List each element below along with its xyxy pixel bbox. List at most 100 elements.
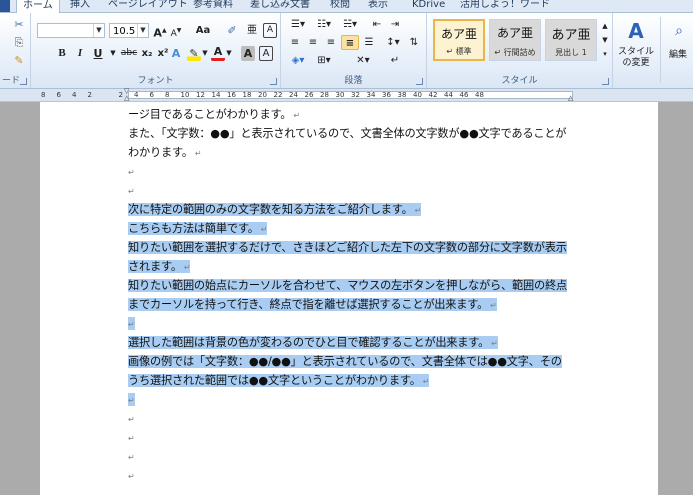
style-no-spacing[interactable]: あア亜 ↵ 行間詰め — [489, 19, 541, 61]
line-text: ↵ — [128, 412, 135, 425]
paragraph-mark-icon: ↵ — [128, 472, 135, 481]
decrease-indent-icon[interactable]: ⇤ — [369, 17, 385, 32]
empty-paragraph[interactable]: ↵ — [128, 429, 135, 446]
style-normal[interactable]: あア亜 ↵ 標準 — [433, 19, 485, 61]
document-line[interactable]: 画像の例では「文字数：●●/●●」と表示されているので、文書全体では●●文字、そ… — [128, 353, 562, 370]
clipboard-group: ✂ ⎘ ✎ ード — [0, 13, 31, 88]
grow-font-button[interactable]: A▲ — [153, 23, 167, 40]
document-page[interactable]: ージ目であることがわかります。 ↵ また、「文字数：●●」と表示されているので、文書… — [40, 102, 658, 495]
copy-icon[interactable]: ⎘ — [12, 35, 26, 50]
empty-paragraph[interactable]: ↵ — [128, 315, 135, 332]
hanging-indent-marker[interactable]: △ — [124, 95, 132, 102]
tab-review[interactable]: 校閲 — [330, 0, 350, 12]
text-effects-icon[interactable]: A — [169, 46, 183, 61]
cut-icon[interactable]: ✂ — [12, 17, 26, 32]
line-text: されます。 ↵ — [128, 260, 191, 273]
clipboard-launcher-icon[interactable] — [20, 78, 27, 85]
document-line[interactable]: わかります。 ↵ — [128, 144, 202, 161]
highlight-color-icon[interactable]: ✎ — [187, 46, 201, 61]
tab-references[interactable]: 参考資料 — [193, 0, 233, 12]
tab-insert[interactable]: 挿入 — [70, 0, 90, 12]
ruler-number: 20 — [258, 91, 267, 99]
align-center-icon[interactable]: ≡ — [305, 35, 321, 50]
sort-icon[interactable]: ⇅ — [407, 35, 421, 50]
italic-button[interactable]: I — [73, 46, 87, 61]
format-painter-icon[interactable]: ✎ — [12, 53, 26, 68]
line-spacing-icon[interactable]: ↕▾ — [383, 35, 403, 50]
paragraph-mark-icon: ↵ — [422, 377, 430, 386]
tab-word-tips[interactable]: 活用しよう！ワード — [460, 0, 550, 12]
subscript-button[interactable]: x₂ — [139, 46, 155, 61]
justify-icon[interactable]: ≡ — [341, 35, 359, 50]
document-line[interactable]: 知りたい範囲を選択するだけで、さきほどご紹介した左下の文字数の部分に文字数が表示 — [128, 239, 567, 256]
document-line[interactable]: ージ目であることがわかります。 ↵ — [128, 106, 300, 123]
font-color-dropdown-icon[interactable]: ▼ — [225, 46, 233, 61]
bullets-icon[interactable]: ☰▾ — [287, 17, 309, 32]
file-tab[interactable] — [0, 0, 10, 12]
document-line[interactable]: されます。 ↵ — [128, 258, 191, 275]
line-text: ↵ — [128, 317, 135, 330]
document-line[interactable]: また、「文字数：●●」と表示されているので、文書全体の文字数が●●文字であること… — [128, 125, 566, 142]
align-right-icon[interactable]: ≡ — [323, 35, 339, 50]
horizontal-ruler[interactable]: 8 6 4 2 2 4 6 8 10 12 14 16 18 20 22 24 26 28 30 32 34 36 38 40… — [0, 88, 693, 102]
document-line[interactable]: 知りたい範囲の始点にカーソルを合わせて、マウスの左ボタンを押しながら、範囲の終点 — [128, 277, 567, 294]
ruler-number: 34 — [366, 91, 376, 99]
styles-launcher-icon[interactable] — [602, 78, 609, 85]
paragraph-launcher-icon[interactable] — [416, 78, 423, 85]
editing-button[interactable]: ⌕ 編集 — [660, 17, 693, 83]
change-case-button[interactable]: Aa — [193, 23, 213, 38]
document-line[interactable]: までカーソルを持って行き、終点で指を離せば選択することが出来ます。 ↵ — [128, 296, 497, 313]
character-border-button[interactable]: A — [259, 46, 273, 61]
multilevel-list-icon[interactable]: ☵▾ — [339, 17, 361, 32]
style-heading-1[interactable]: あア亜 見出し 1 — [545, 19, 597, 61]
document-line[interactable]: 次に特定の範囲のみの文字数を知る方法をご紹介します。 ↵ — [128, 201, 421, 218]
empty-paragraph[interactable]: ↵ — [128, 391, 135, 408]
distributed-icon[interactable]: ☰ — [361, 35, 377, 50]
character-shading-button[interactable]: A — [241, 46, 255, 61]
ruler-number: 6 — [149, 91, 154, 99]
document-line[interactable]: 選択した範囲は背景の色が変わるのでひと目で確認することが出来ます。 ↵ — [128, 334, 498, 351]
phonetic-guide-icon[interactable]: 亜 — [245, 23, 259, 38]
empty-paragraph[interactable]: ↵ — [128, 410, 135, 427]
styles-more-icon[interactable]: ▾ — [600, 47, 610, 61]
font-color-button[interactable]: A — [211, 46, 225, 61]
enclose-character-icon[interactable]: A — [263, 23, 277, 38]
borders-icon[interactable]: ⊞▾ — [313, 53, 335, 68]
show-hide-marks-icon[interactable]: ↵ — [387, 53, 403, 68]
align-left-icon[interactable]: ≡ — [287, 35, 303, 50]
right-indent-marker[interactable]: △ — [568, 95, 576, 102]
styles-scroll-up-icon[interactable]: ▲ — [600, 19, 610, 33]
tab-page-layout[interactable]: ページレイアウト — [108, 0, 188, 12]
line-text: 知りたい範囲の始点にカーソルを合わせて、マウスの左ボタンを押しながら、範囲の終点 — [128, 279, 567, 292]
chevron-down-icon[interactable]: ▼ — [137, 24, 148, 37]
font-launcher-icon[interactable] — [270, 78, 277, 85]
tab-home[interactable]: ホーム — [16, 0, 60, 13]
increase-indent-icon[interactable]: ⇥ — [387, 17, 403, 32]
numbering-icon[interactable]: ☷▾ — [313, 17, 335, 32]
chevron-down-icon[interactable]: ▼ — [93, 24, 104, 37]
ruler-number: 12 — [196, 91, 205, 99]
empty-paragraph[interactable]: ↵ — [128, 163, 135, 180]
font-size-combo[interactable]: 10.5 ▼ — [109, 23, 149, 38]
styles-scroll-down-icon[interactable]: ▼ — [600, 33, 610, 47]
empty-paragraph[interactable]: ↵ — [128, 448, 135, 465]
asian-layout-icon[interactable]: ✕▾ — [353, 53, 373, 68]
document-line[interactable]: こちらも方法は簡単です。 ↵ — [128, 220, 267, 237]
change-styles-button[interactable]: A スタイルの変更 — [614, 17, 658, 83]
line-text: 選択した範囲は背景の色が変わるのでひと目で確認することが出来ます。 ↵ — [128, 336, 498, 349]
underline-dropdown-icon[interactable]: ▼ — [109, 46, 117, 61]
shading-icon[interactable]: ◈▾ — [287, 53, 309, 68]
empty-paragraph[interactable]: ↵ — [128, 182, 135, 199]
shrink-font-button[interactable]: A▼ — [169, 23, 183, 39]
font-name-combo[interactable]: ▼ — [37, 23, 105, 38]
bold-button[interactable]: B — [55, 46, 69, 61]
strikethrough-button[interactable]: abc — [119, 46, 139, 61]
document-line[interactable]: うち選択された範囲では●●文字ということがわかります。 ↵ — [128, 372, 429, 389]
underline-button[interactable]: U — [91, 46, 105, 61]
tab-view[interactable]: 表示 — [368, 0, 388, 12]
tab-mailings[interactable]: 差し込み文書 — [250, 0, 310, 12]
clear-formatting-icon[interactable]: ✐ — [225, 23, 239, 38]
highlight-dropdown-icon[interactable]: ▼ — [201, 46, 209, 61]
empty-paragraph[interactable]: ↵ — [128, 467, 135, 484]
tab-kdrive[interactable]: KDrive — [412, 0, 445, 12]
